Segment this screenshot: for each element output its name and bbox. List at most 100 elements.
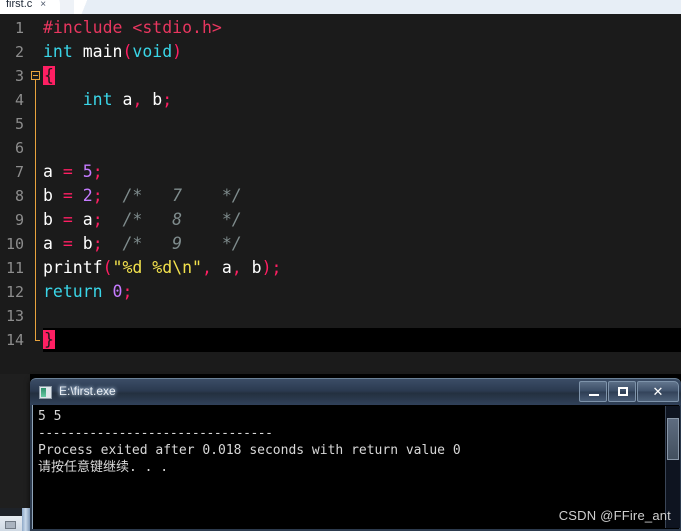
code-token-num: 2 xyxy=(82,186,93,205)
console-app-icon xyxy=(39,386,52,399)
code-line[interactable]: a = b; /* 9 */ xyxy=(43,232,681,256)
line-number: 1 xyxy=(14,19,24,37)
line-number: 13 xyxy=(5,307,24,325)
console-output-line: 请按任意键继续. . . xyxy=(38,460,169,475)
code-token-var: a xyxy=(43,162,53,181)
code-token-brace: } xyxy=(43,330,55,349)
line-number: 6 xyxy=(14,139,24,157)
taskbar-window-icon[interactable] xyxy=(5,521,16,529)
code-line[interactable] xyxy=(43,136,681,160)
code-token-punct: = xyxy=(52,234,83,253)
fold-collapse-icon[interactable] xyxy=(31,71,40,80)
code-token-var: a xyxy=(211,258,232,277)
code-text-area[interactable]: #include <stdio.h> int main(void){ int a,… xyxy=(43,14,681,374)
close-icon: ✕ xyxy=(652,383,664,399)
close-button[interactable]: ✕ xyxy=(637,381,679,402)
tabstrip-skew xyxy=(74,0,96,14)
line-number: 3 xyxy=(14,67,24,85)
editor-tabstrip: first.c × xyxy=(0,0,681,14)
code-token-punct: ); xyxy=(261,258,282,277)
line-number: 11 xyxy=(5,259,24,277)
console-output-line: Process exited after 0.018 seconds with … xyxy=(38,443,461,458)
line-number: 9 xyxy=(14,211,24,229)
code-token-punct: , xyxy=(132,90,143,109)
code-line[interactable]: int a, b; xyxy=(43,88,681,112)
tabstrip-empty-area xyxy=(96,0,681,14)
code-token-fn: printf xyxy=(43,258,103,277)
code-line[interactable]: a = 5; xyxy=(43,160,681,184)
code-token-var: b xyxy=(241,258,262,277)
code-token-punct: ; xyxy=(122,282,133,301)
window-controls: ✕ xyxy=(578,381,679,403)
code-line[interactable]: } xyxy=(43,328,681,352)
tab-close-icon[interactable]: × xyxy=(40,0,46,10)
code-line[interactable]: b = a; /* 8 */ xyxy=(43,208,681,232)
line-number: 2 xyxy=(14,43,24,61)
line-number: 10 xyxy=(5,235,24,253)
console-output-text: 5 5 -------------------------------- Proce… xyxy=(38,408,662,476)
tab-first-c[interactable]: first.c × xyxy=(0,0,61,14)
console-output-line: -------------------------------- xyxy=(38,426,273,441)
code-token-kw: int xyxy=(43,42,73,61)
code-token-num: 0 xyxy=(102,282,123,301)
code-token-var: b xyxy=(142,90,163,109)
minimize-icon xyxy=(589,394,599,396)
code-token-var: a xyxy=(43,234,53,253)
fold-end-marker xyxy=(35,340,40,341)
code-token-var: a xyxy=(112,90,133,109)
taskbar-sliver[interactable] xyxy=(0,508,30,531)
code-token-punct: ; xyxy=(92,186,103,205)
code-token-num: 5 xyxy=(82,162,93,181)
console-titlebar[interactable]: E:\first.exe ✕ xyxy=(30,378,681,405)
code-token-punct: , xyxy=(201,258,212,277)
code-editor[interactable]: 1 2 3 4 5 6 7 8 9 10 11 12 13 14 #include <stdio.h> in… xyxy=(0,14,681,374)
line-number-gutter: 1 2 3 4 5 6 7 8 9 10 11 12 13 14 xyxy=(0,14,29,374)
code-token-punct: ; xyxy=(92,162,103,181)
code-token-punct: = xyxy=(52,162,83,181)
code-token-punct: ) xyxy=(172,42,183,61)
csdn-watermark: CSDN @FFire_ant xyxy=(558,508,671,523)
code-token-punct: = xyxy=(52,210,83,229)
code-line[interactable] xyxy=(43,112,681,136)
code-token-brace: { xyxy=(43,66,55,85)
screenshot-root: first.c × 1 2 3 4 5 6 7 8 9 10 11 12 13 14 #include <s… xyxy=(0,0,681,531)
code-token-fn: main xyxy=(72,42,123,61)
code-token-cmt: /* 8 */ xyxy=(102,210,242,229)
taskbar-edge-highlight xyxy=(22,508,30,531)
code-token-pre: #include <stdio.h> xyxy=(43,18,222,37)
console-scrollbar-thumb[interactable] xyxy=(667,418,679,460)
console-window-title: E:\first.exe xyxy=(59,384,116,398)
fold-guide-line xyxy=(35,80,36,340)
console-output-line: 5 5 xyxy=(38,409,62,424)
line-number: 5 xyxy=(14,115,24,133)
maximize-icon xyxy=(618,387,628,396)
code-token-punct: ; xyxy=(162,90,173,109)
code-token-str: "%d %d\n" xyxy=(112,258,202,277)
code-line[interactable]: #include <stdio.h> xyxy=(43,16,681,40)
code-token-punct: , xyxy=(231,258,242,277)
code-folding-column[interactable] xyxy=(29,14,43,374)
code-token-var: b xyxy=(43,186,53,205)
code-token-punct: ( xyxy=(102,258,113,277)
line-number: 7 xyxy=(14,163,24,181)
code-token-punct: = xyxy=(52,186,83,205)
line-number: 14 xyxy=(5,331,24,349)
line-number: 12 xyxy=(5,283,24,301)
code-line[interactable]: { xyxy=(43,64,681,88)
minimize-button[interactable] xyxy=(579,381,607,402)
code-token-var: b xyxy=(82,234,93,253)
code-line[interactable]: printf("%d %d\n", a, b); xyxy=(43,256,681,280)
code-line[interactable]: return 0; xyxy=(43,280,681,304)
code-line[interactable] xyxy=(43,304,681,328)
code-line[interactable]: int main(void) xyxy=(43,40,681,64)
code-token-kw: void xyxy=(132,42,173,61)
code-token-punct: ( xyxy=(122,42,133,61)
desktop-background-strip xyxy=(0,374,30,508)
code-token-cmt: /* 7 */ xyxy=(102,186,242,205)
maximize-button[interactable] xyxy=(608,381,636,402)
code-line[interactable]: b = 2; /* 7 */ xyxy=(43,184,681,208)
line-number: 8 xyxy=(14,187,24,205)
code-token-var: b xyxy=(43,210,53,229)
line-number: 4 xyxy=(14,91,24,109)
